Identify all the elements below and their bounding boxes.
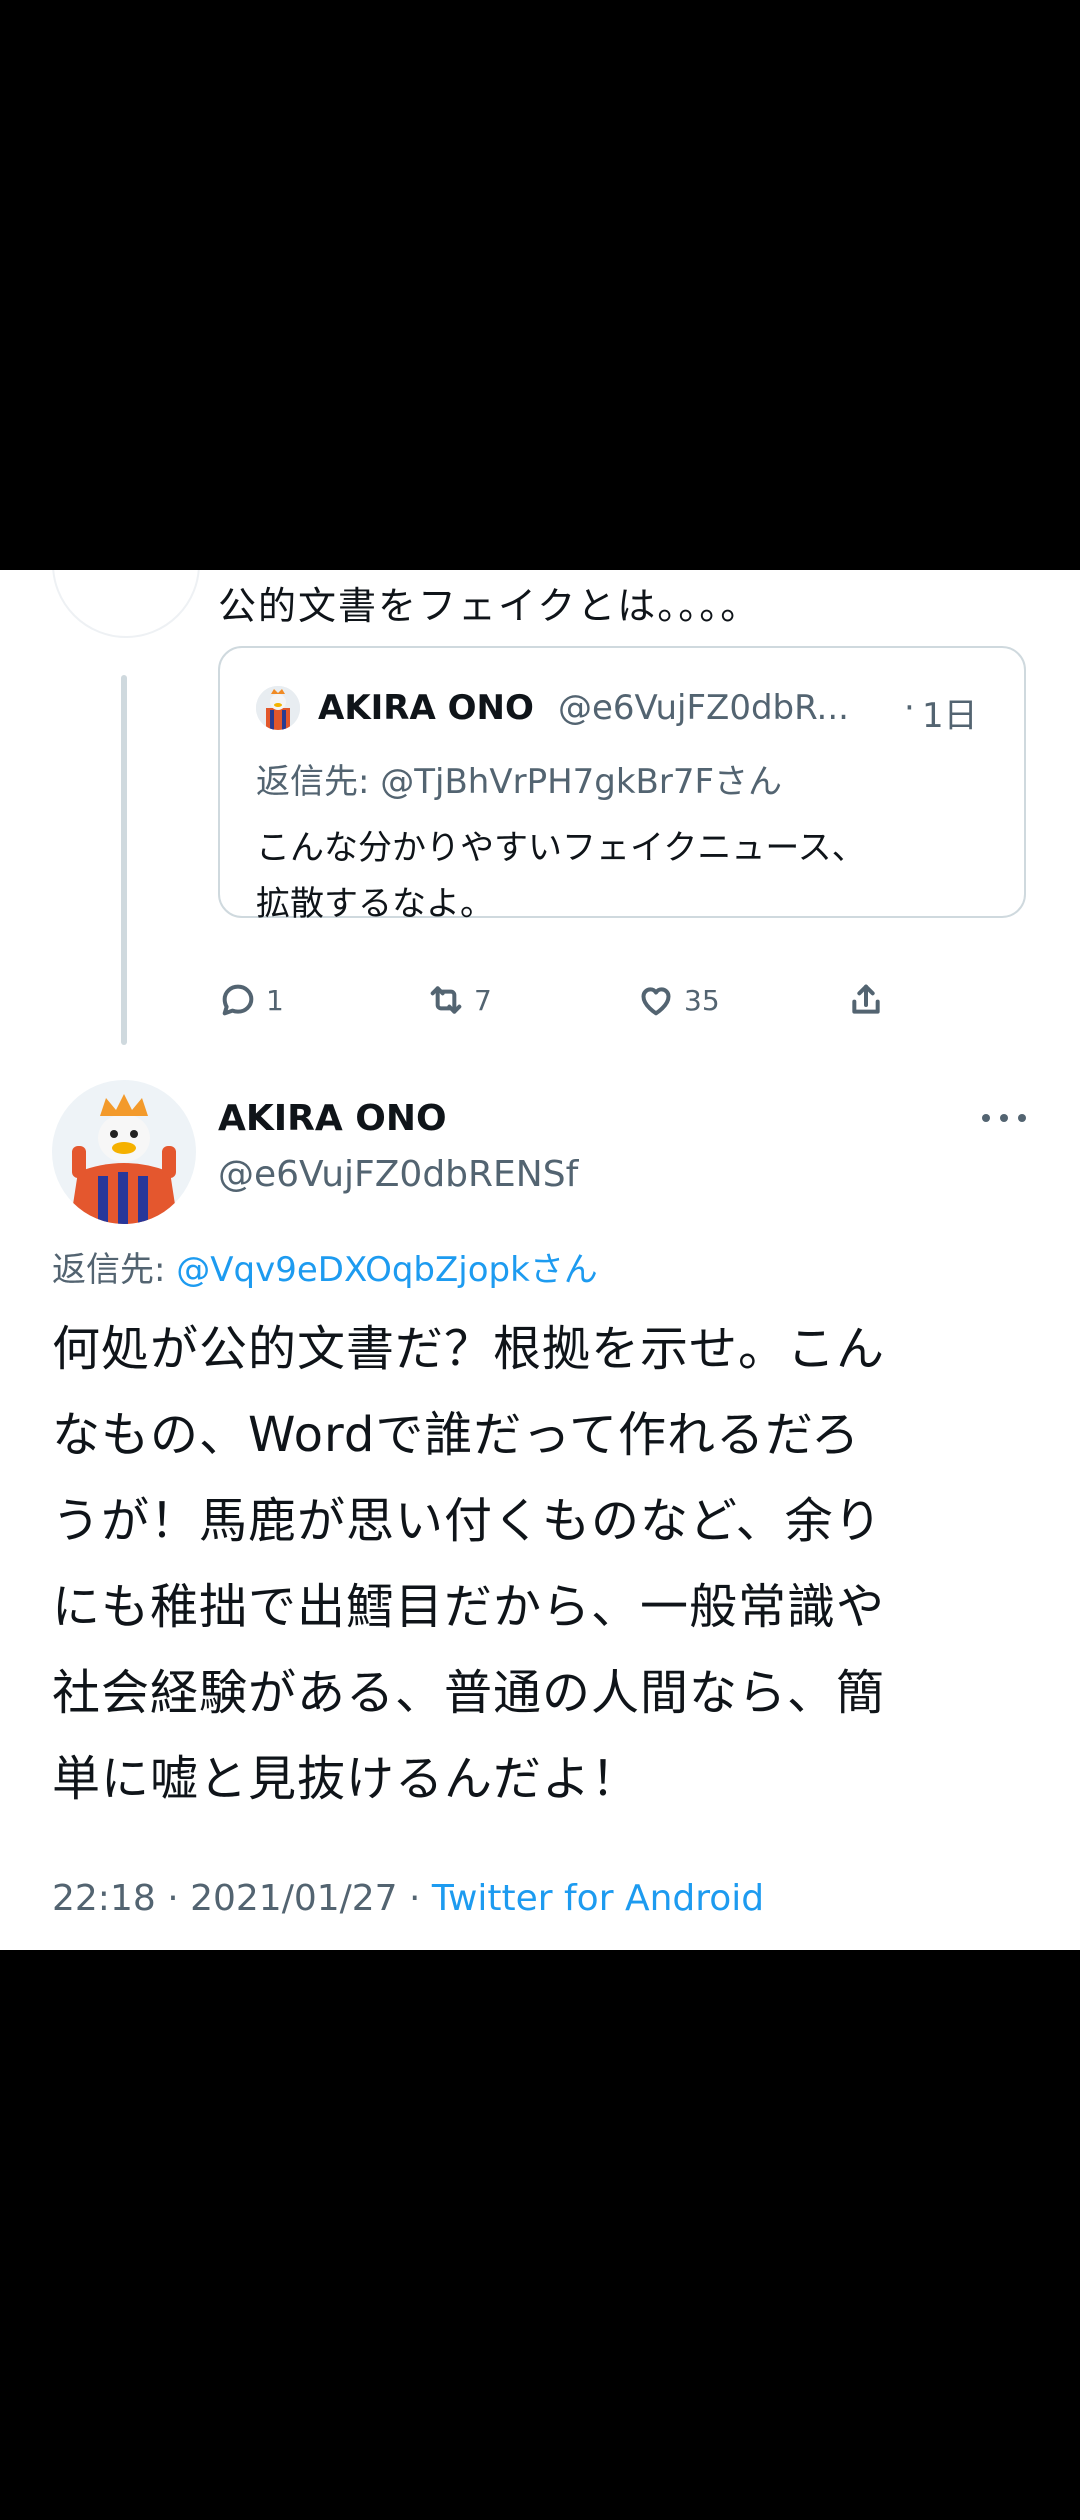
quoted-tweet-body: こんな分かりやすいフェイクニュース、 拡散するなよ。 <box>256 820 866 932</box>
reply-button[interactable]: 1 <box>218 970 284 1030</box>
quoted-tweet-card[interactable]: AKIRA ONO @e6VujFZ0dbR... · 1日 返信先: @TjB… <box>218 646 1026 924</box>
share-button[interactable] <box>846 970 886 1030</box>
quoted-tweet-author-name: AKIRA ONO <box>318 688 534 728</box>
retweet-icon <box>430 986 462 1014</box>
main-tweet-reply-to: 返信先: @Vqv9eDXOqbZjopkさん <box>52 1242 598 1291</box>
main-tweet-handle: @e6VujFZ0dbRENSf <box>218 1154 579 1195</box>
like-count: 35 <box>684 983 720 1017</box>
main-tweet-body-line: 何処が公的文書だ？根拠を示せ。こん <box>52 1321 886 1377</box>
previous-tweet-actions: 1 7 35 <box>218 970 978 1030</box>
tweet-thread-panel: 公的文書をフェイクとは。。。。 AKIRA ONO @e6VujFZ0dbR..… <box>0 570 1080 1950</box>
reply-count: 1 <box>266 983 284 1017</box>
quoted-tweet-body-line: 拡散するなよ。 <box>256 884 494 924</box>
more-options-icon[interactable] <box>982 1108 1026 1128</box>
reply-to-handle-link[interactable]: @Vqv9eDXOqbZjopkさん <box>176 1250 598 1290</box>
previous-tweet-text: 公的文書をフェイクとは。。。。 <box>218 584 761 628</box>
quoted-tweet-reply-to: 返信先: @TjBhVrPH7gkBr7Fさん <box>256 762 783 802</box>
tweet-timestamp: 22:18 · 2021/01/27 · <box>52 1878 432 1919</box>
main-tweet-body: 何処が公的文書だ？根拠を示せ。こん なもの、Wordで誰だって作れるだろ うが！… <box>52 1306 1032 1822</box>
quoted-tweet-body-line: こんな分かりやすいフェイクニュース、 <box>256 828 866 868</box>
thread-connector-line <box>121 675 127 1045</box>
like-button[interactable]: 35 <box>636 970 720 1030</box>
main-tweet-author-name: AKIRA ONO <box>218 1098 447 1139</box>
heart-icon <box>641 987 671 1016</box>
main-tweet-meta: 22:18 · 2021/01/27 · Twitter for Android <box>52 1878 764 1919</box>
quoted-tweet-separator: · <box>904 688 915 728</box>
main-tweet-body-line: にも稚拙で出鱈目だから、一般常識や <box>52 1579 886 1635</box>
retweet-count: 7 <box>474 983 492 1017</box>
quoted-tweet-avatar <box>256 686 300 730</box>
quoted-tweet-time: 1日 <box>922 696 978 736</box>
main-tweet-body-line: 社会経験がある、普通の人間なら、簡 <box>52 1665 886 1721</box>
reply-icon <box>222 984 254 1016</box>
retweet-button[interactable]: 7 <box>426 970 492 1030</box>
main-tweet-body-line: うが！馬鹿が思い付くものなど、余り <box>52 1493 883 1549</box>
previous-tweet-avatar[interactable] <box>52 570 200 638</box>
quoted-tweet-handle: @e6VujFZ0dbR... <box>558 688 849 728</box>
main-tweet-avatar[interactable] <box>52 1080 196 1224</box>
reply-to-prefix: 返信先: <box>52 1250 177 1290</box>
tweet-source-link[interactable]: Twitter for Android <box>432 1878 764 1919</box>
main-tweet-body-line: なもの、Wordで誰だって作れるだろ <box>52 1407 861 1463</box>
main-tweet-body-line: 単に嘘と見抜けるんだよ！ <box>52 1751 641 1807</box>
share-icon <box>852 984 880 1014</box>
